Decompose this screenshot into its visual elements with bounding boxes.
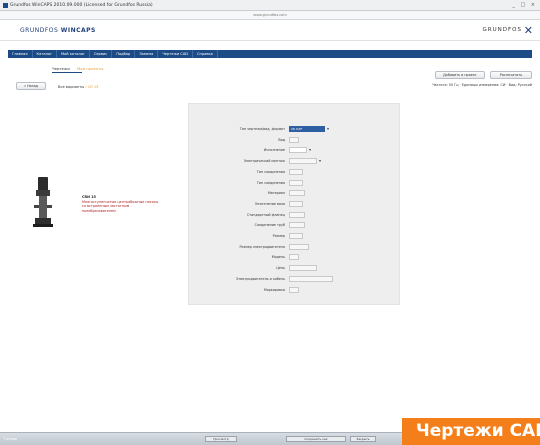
form-row: Размер электродвигателя: [189, 243, 401, 251]
nav-item-my-catalog[interactable]: Мой каталог: [57, 50, 90, 58]
form-row-field[interactable]: [289, 158, 317, 165]
nav-item-cad[interactable]: Чертежи CAD: [158, 50, 194, 58]
grundfos-x-icon: ✕: [523, 24, 534, 37]
window-title: Grundfos WinCAPS 2010.09.000 (Licensed f…: [10, 3, 153, 8]
save-as-button[interactable]: Сохранить как: [286, 436, 346, 442]
form-row-field[interactable]: 2D DXF: [289, 126, 325, 132]
brand-light: GRUNDFOS: [20, 27, 59, 34]
toolbar: Добавить в проект Распечатать: [435, 71, 532, 79]
form-row-field[interactable]: [289, 243, 309, 250]
settings-info: Частота: 50 Гц · Единицы измерения: СИ ·…: [432, 83, 532, 87]
product-description: Многоступенчатые центробежные насосы со …: [82, 200, 159, 213]
grundfos-logo-text: GRUNDFOS: [482, 27, 522, 33]
form-row-field[interactable]: [289, 200, 303, 207]
form-row-field[interactable]: [289, 136, 299, 143]
nav-item-home[interactable]: Главная: [8, 50, 33, 58]
main-nav: Главная Каталог Мой каталог Сервис Подбо…: [8, 50, 532, 58]
form-row-label: Электродвигатель и кабель: [236, 276, 285, 281]
active-tab-underline: [52, 72, 82, 73]
breadcrumb: Все варианты / CR 15: [58, 85, 98, 89]
preview-button[interactable]: Просмотр: [205, 436, 237, 442]
form-row-field[interactable]: [289, 211, 305, 218]
app-icon: [3, 3, 8, 8]
form-row: Размер: [189, 232, 401, 240]
form-row: Вид: [189, 136, 401, 144]
drawing-options-panel: Тип чертежа/вид, формат 2D DXF ▾ Вид Исполне…: [188, 103, 400, 305]
form-row-field[interactable]: [289, 275, 333, 282]
form-row-field[interactable]: [289, 265, 317, 272]
form-row: Электрический монтаж ▾: [189, 157, 401, 165]
app-header: GRUNDFOS WINCAPS GRUNDFOS ✕: [0, 20, 540, 41]
form-row-label: Электрический монтаж: [243, 159, 285, 164]
nav-item-help[interactable]: Справка: [193, 50, 218, 58]
breadcrumb-current: CR 15: [87, 85, 99, 89]
nav-item-service[interactable]: Сервис: [90, 50, 113, 58]
print-button[interactable]: Распечатать: [490, 71, 532, 79]
form-row-label: Стандартный фланец: [246, 212, 285, 217]
close-button[interactable]: Закрыть: [350, 436, 376, 442]
back-button[interactable]: « Назад: [16, 82, 46, 90]
form-row-label: Уплотнение вала: [255, 201, 285, 206]
form-row-label: Вид: [278, 137, 285, 142]
form-row-label: Размер электродвигателя: [239, 244, 285, 249]
sub-tabs: Чертежи Мои проекты: [52, 66, 103, 73]
form-row: Исполнение ▾: [189, 146, 401, 154]
form-row: Уплотнение вала: [189, 200, 401, 208]
form-row: Тип соединения: [189, 168, 401, 176]
add-to-project-button[interactable]: Добавить в проект: [435, 71, 485, 79]
nav-item-catalog[interactable]: Каталог: [33, 50, 57, 58]
brand-bold: WINCAPS: [60, 27, 96, 34]
form-row-label: Маркировка: [263, 287, 285, 292]
grundfos-logo: GRUNDFOS ✕: [482, 24, 533, 37]
form-row-field[interactable]: [289, 168, 303, 175]
status-text: Готово: [4, 437, 17, 441]
form-row-field[interactable]: [289, 254, 299, 261]
form-row: Тип соединения: [189, 179, 401, 187]
form-row: Стандартный фланец: [189, 211, 401, 219]
form-row: Электродвигатель и кабель: [189, 275, 401, 283]
brand-logo: GRUNDFOS WINCAPS: [20, 27, 96, 34]
dropdown-arrow-icon[interactable]: ▾: [309, 147, 311, 152]
pump-image: [33, 177, 53, 227]
form-row-label: Модель: [271, 255, 285, 260]
form-row-field[interactable]: [289, 233, 303, 239]
tab-drawings[interactable]: Чертежи: [52, 66, 70, 71]
dropdown-arrow-icon[interactable]: ▾: [319, 158, 321, 163]
product-text: CRN 15 Многоступенчатые центробежные нас…: [82, 195, 162, 213]
form-row: Модель: [189, 253, 401, 261]
form-row-label: Размер: [272, 234, 285, 238]
address-url[interactable]: www.grundfos.com: [230, 13, 310, 18]
window-controls[interactable]: _ □ ×: [512, 2, 537, 8]
form-row: Соединение труб: [189, 221, 401, 229]
nav-item-replacement[interactable]: Замена: [135, 50, 159, 58]
watermark-label: Чертежи CAD: [402, 418, 540, 445]
form-row: Цепь: [189, 264, 401, 272]
form-row-label: Тип соединения: [256, 169, 285, 174]
form-row-field[interactable]: [289, 147, 307, 154]
form-row-label: Тип чертежа/вид, формат: [239, 127, 285, 131]
product-name: CRN 15: [82, 195, 96, 199]
form-row-label: Соединение труб: [254, 223, 285, 228]
form-row-label: Тип соединения: [256, 180, 285, 185]
form-row-field[interactable]: [289, 286, 299, 293]
address-bar: www.grundfos.com: [0, 11, 540, 20]
window-titlebar: Grundfos WinCAPS 2010.09.000 (Licensed f…: [0, 0, 540, 11]
form-row-field[interactable]: [289, 190, 305, 197]
form-row: Тип чертежа/вид, формат 2D DXF ▾: [189, 125, 401, 133]
form-row-label: Исполнение: [263, 148, 285, 153]
form-row-field[interactable]: [289, 179, 303, 186]
form-row: Материал: [189, 189, 401, 197]
form-row: Маркировка: [189, 286, 401, 294]
form-row-label: Цепь: [276, 266, 285, 271]
dropdown-arrow-icon[interactable]: ▾: [327, 126, 329, 131]
tab-my-projects[interactable]: Мои проекты: [77, 66, 103, 71]
form-row-label: Материал: [267, 191, 285, 196]
nav-item-sizing[interactable]: Подбор: [112, 50, 136, 58]
breadcrumb-root[interactable]: Все варианты: [58, 85, 84, 89]
form-row-field[interactable]: [289, 222, 305, 229]
